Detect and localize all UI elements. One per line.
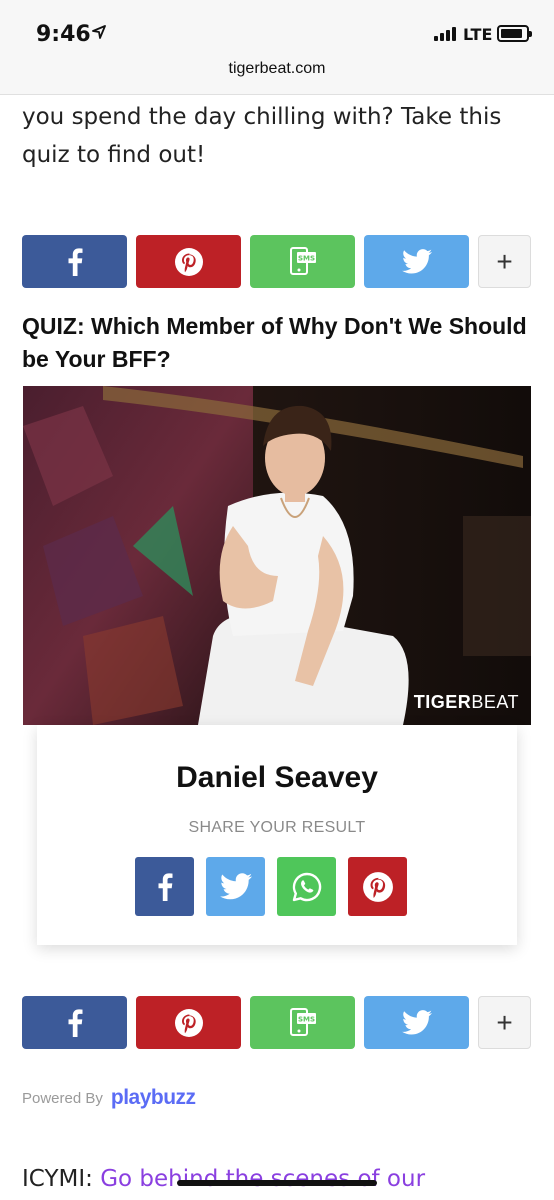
pinterest-icon [362, 871, 393, 902]
home-indicator[interactable] [177, 1180, 377, 1186]
icymi-line: ICYMI: Go behind the scenes of our [22, 1166, 425, 1192]
result-pinterest-button[interactable] [348, 857, 407, 916]
pinterest-icon [174, 1008, 203, 1037]
playbuzz-logo[interactable]: playbuzz [111, 1086, 196, 1110]
address-bar[interactable]: tigerbeat.com [0, 60, 554, 78]
sms-icon: SMS [289, 246, 316, 275]
intro-line-1: you spend the day chilling with? Take th… [22, 104, 502, 130]
result-whatsapp-button[interactable] [277, 857, 336, 916]
powered-by: Powered By playbuzz [22, 1086, 196, 1110]
sms-share-button[interactable]: SMS [250, 235, 355, 288]
quiz-result-card: Daniel Seavey SHARE YOUR RESULT [37, 725, 517, 945]
share-bar-top: SMS + [22, 235, 532, 288]
twitter-icon [401, 249, 432, 274]
status-time: 9:46 [36, 22, 91, 47]
twitter-icon [401, 1010, 432, 1035]
facebook-icon [68, 247, 82, 276]
plus-icon: + [496, 1006, 513, 1038]
intro-line-2: quiz to find out! [22, 142, 206, 168]
signal-icon [434, 26, 456, 41]
article-intro-text: you spend the day chilling with? Take th… [22, 98, 542, 174]
result-name: Daniel Seavey [176, 761, 378, 794]
plus-icon: + [496, 245, 513, 277]
twitter-share-button[interactable] [364, 235, 469, 288]
quiz-result-photo: TIGERBEAT [23, 386, 531, 725]
more-share-button[interactable]: + [478, 996, 531, 1049]
facebook-icon [158, 872, 172, 901]
svg-text:SMS: SMS [297, 1015, 314, 1023]
facebook-share-button[interactable] [22, 235, 127, 288]
pinterest-share-button[interactable] [136, 235, 241, 288]
facebook-icon [68, 1008, 82, 1037]
result-twitter-button[interactable] [206, 857, 265, 916]
twitter-share-button[interactable] [364, 996, 469, 1049]
powered-by-label: Powered By [22, 1089, 103, 1107]
facebook-share-button[interactable] [22, 996, 127, 1049]
icymi-link[interactable]: Go behind the scenes of our [100, 1166, 425, 1192]
icymi-label: ICYMI: [22, 1166, 93, 1192]
photo-illustration [23, 386, 531, 725]
result-facebook-button[interactable] [135, 857, 194, 916]
share-result-label: SHARE YOUR RESULT [188, 819, 366, 836]
browser-top-bar: 9:46 LTE tigerbeat.com [0, 0, 554, 95]
quiz-title: QUIZ: Which Member of Why Don't We Shoul… [22, 313, 527, 372]
svg-text:SMS: SMS [297, 254, 314, 262]
whatsapp-icon [292, 872, 321, 901]
sms-share-button[interactable]: SMS [250, 996, 355, 1049]
pinterest-icon [174, 247, 203, 276]
share-bar-bottom: SMS + [22, 996, 532, 1049]
location-arrow-icon [92, 25, 106, 39]
battery-icon [497, 25, 532, 42]
result-share-buttons [135, 857, 407, 916]
pinterest-share-button[interactable] [136, 996, 241, 1049]
tigerbeat-watermark: TIGERBEAT [413, 692, 519, 712]
network-type: LTE [463, 25, 493, 44]
sms-icon: SMS [289, 1007, 316, 1036]
more-share-button[interactable]: + [478, 235, 531, 288]
twitter-icon [219, 873, 252, 900]
